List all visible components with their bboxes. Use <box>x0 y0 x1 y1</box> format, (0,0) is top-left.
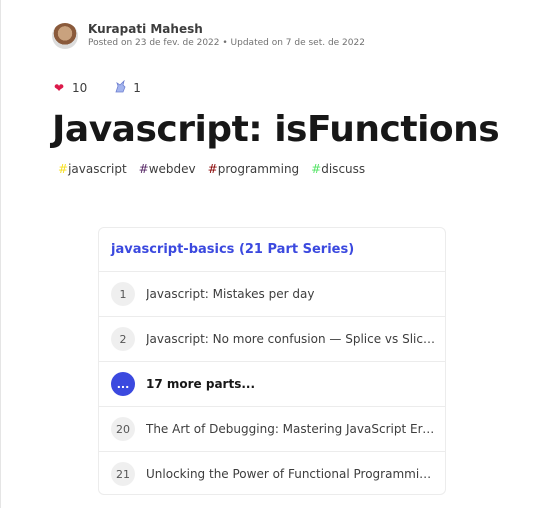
reactions-bar: ❤ 10 1 <box>52 79 167 96</box>
tag-programming[interactable]: #programming <box>208 162 300 176</box>
reaction-count: 1 <box>133 81 141 95</box>
tag-hash: # <box>138 162 149 176</box>
series-item-label: Javascript: No more confusion — Splice v… <box>146 332 436 346</box>
series-title[interactable]: javascript-basics (21 Part Series) <box>99 228 445 272</box>
series-item-label: The Art of Debugging: Mastering JavaScri… <box>146 422 436 436</box>
series-box: javascript-basics (21 Part Series) 1 Jav… <box>98 227 446 495</box>
author-header: Kurapati Mahesh Posted on 23 de fev. de … <box>52 21 365 50</box>
reaction-count: 10 <box>72 81 88 95</box>
tag-webdev[interactable]: #webdev <box>139 162 196 176</box>
tag-list: #javascript #webdev #programming #discus… <box>58 162 377 176</box>
ellipsis-icon: ... <box>111 372 135 396</box>
tag-label: webdev <box>148 162 196 176</box>
series-item-number: 21 <box>111 462 135 486</box>
heart-icon: ❤ <box>53 81 65 95</box>
tag-hash: # <box>311 162 322 176</box>
series-item-number: 2 <box>111 327 135 351</box>
series-item-label: Unlocking the Power of Functional Progra… <box>146 467 436 481</box>
series-item-label: Javascript: Mistakes per day <box>146 287 315 301</box>
unicorn-icon <box>113 79 127 96</box>
post-dates: Posted on 23 de fev. de 2022 • Updated o… <box>88 38 365 48</box>
article-title: Javascript: isFunctions <box>52 109 500 150</box>
series-item-number: 20 <box>111 417 135 441</box>
tag-label: discuss <box>321 162 366 176</box>
author-info: Kurapati Mahesh Posted on 23 de fev. de … <box>88 21 365 50</box>
tag-label: javascript <box>68 162 127 176</box>
tag-javascript[interactable]: #javascript <box>58 162 127 176</box>
series-item-number: 1 <box>111 282 135 306</box>
series-item[interactable]: 2 Javascript: No more confusion — Splice… <box>99 317 445 362</box>
series-item[interactable]: 21 Unlocking the Power of Functional Pro… <box>99 452 445 494</box>
tag-label: programming <box>217 162 300 176</box>
avatar[interactable] <box>52 22 78 49</box>
tag-hash: # <box>58 162 69 176</box>
tag-hash: # <box>207 162 218 176</box>
reaction-unicorn[interactable]: 1 <box>113 79 141 96</box>
series-more-parts[interactable]: ... 17 more parts... <box>99 362 445 407</box>
series-item-label: 17 more parts... <box>146 377 256 391</box>
series-item[interactable]: 1 Javascript: Mistakes per day <box>99 272 445 317</box>
reaction-heart[interactable]: ❤ 10 <box>52 81 87 95</box>
series-item[interactable]: 20 The Art of Debugging: Mastering JavaS… <box>99 407 445 452</box>
left-border <box>0 0 1 508</box>
author-name[interactable]: Kurapati Mahesh <box>88 21 365 37</box>
tag-discuss[interactable]: #discuss <box>311 162 365 176</box>
